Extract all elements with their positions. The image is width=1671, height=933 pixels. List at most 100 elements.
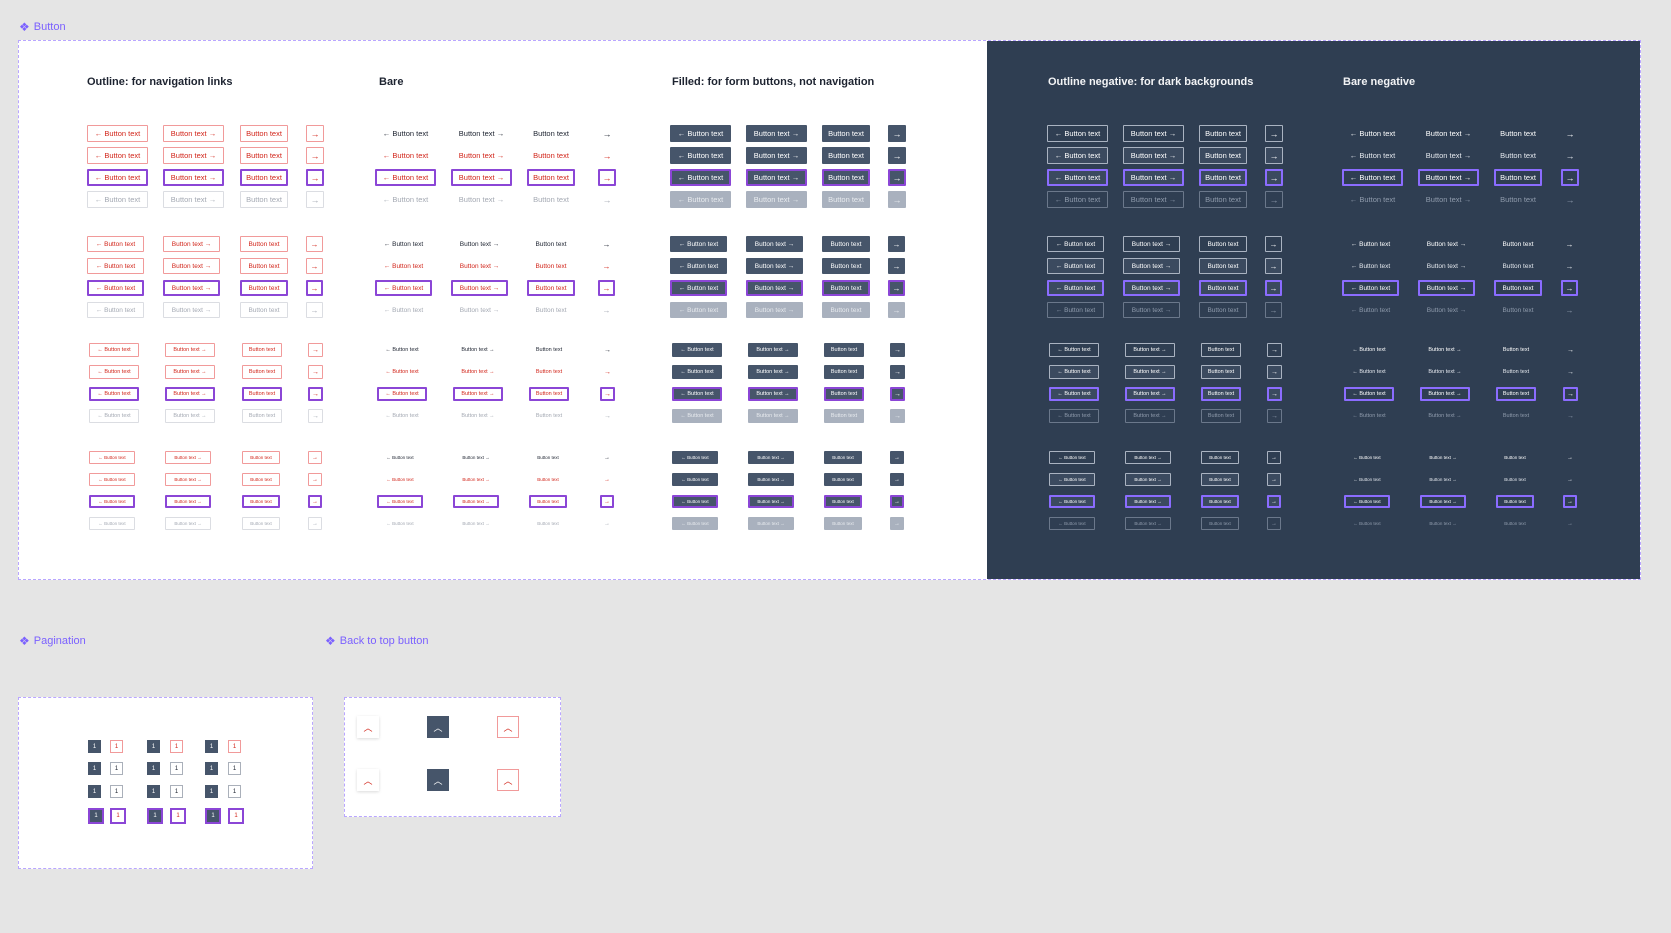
bareneg-forward-button-xsmall-default[interactable]: Button text → xyxy=(1420,451,1466,464)
bareneg-plain-button-xsmall-default[interactable]: Button text xyxy=(1496,451,1534,464)
bareneg-back-button-small-disabled[interactable]: ← Button text xyxy=(1344,409,1394,423)
outline-forward-button-xsmall-focus[interactable]: Button text → xyxy=(165,495,211,508)
pagination-page-button[interactable]: 1 xyxy=(205,808,221,824)
outline-plain-button-large-hover[interactable]: Button text xyxy=(240,147,288,164)
back-to-top-button[interactable]: ︿ xyxy=(427,769,449,791)
outneg-icon-only-button-medium-default[interactable]: → xyxy=(1265,236,1282,252)
bareneg-back-button-medium-focus[interactable]: ← Button text xyxy=(1342,280,1399,296)
filled-forward-button-small-default[interactable]: Button text → xyxy=(748,343,798,357)
outline-back-button-large-disabled[interactable]: ← Button text xyxy=(87,191,148,208)
outneg-forward-button-small-default[interactable]: Button text → xyxy=(1125,343,1175,357)
outline-forward-button-large-hover[interactable]: Button text → xyxy=(163,147,224,164)
filled-icon-only-button-small-hover[interactable]: → xyxy=(890,365,905,379)
bareneg-icon-only-button-medium-disabled[interactable]: → xyxy=(1561,302,1578,318)
bareneg-icon-only-button-large-hover[interactable]: → xyxy=(1561,147,1579,164)
filled-forward-button-medium-hover[interactable]: Button text → xyxy=(746,258,803,274)
bareneg-plain-button-xsmall-hover[interactable]: Button text xyxy=(1496,473,1534,486)
outneg-plain-button-small-default[interactable]: Button text xyxy=(1201,343,1241,357)
outneg-plain-button-large-focus[interactable]: Button text xyxy=(1199,169,1247,186)
outneg-icon-only-button-xsmall-disabled[interactable]: → xyxy=(1267,517,1281,530)
outneg-plain-button-medium-disabled[interactable]: Button text xyxy=(1199,302,1247,318)
outneg-plain-button-medium-focus[interactable]: Button text xyxy=(1199,280,1247,296)
outline-icon-only-button-xsmall-hover[interactable]: → xyxy=(308,473,322,486)
outneg-back-button-medium-hover[interactable]: ← Button text xyxy=(1047,258,1104,274)
bare-icon-only-button-large-focus[interactable]: → xyxy=(598,169,616,186)
outneg-forward-button-medium-hover[interactable]: Button text → xyxy=(1123,258,1180,274)
outneg-icon-only-button-medium-focus[interactable]: → xyxy=(1265,280,1282,296)
filled-plain-button-medium-hover[interactable]: Button text xyxy=(822,258,870,274)
bareneg-icon-only-button-medium-hover[interactable]: → xyxy=(1561,258,1578,274)
outneg-back-button-medium-disabled[interactable]: ← Button text xyxy=(1047,302,1104,318)
outline-icon-only-button-medium-hover[interactable]: → xyxy=(306,258,323,274)
bare-forward-button-small-default[interactable]: Button text → xyxy=(453,343,503,357)
back-to-top-button[interactable]: ︿ xyxy=(497,769,519,791)
bareneg-plain-button-xsmall-disabled[interactable]: Button text xyxy=(1496,517,1534,530)
back-to-top-button[interactable]: ︿ xyxy=(497,716,519,738)
outline-plain-button-xsmall-hover[interactable]: Button text xyxy=(242,473,280,486)
filled-forward-button-large-focus[interactable]: Button text → xyxy=(746,169,807,186)
bareneg-forward-button-large-hover[interactable]: Button text → xyxy=(1418,147,1479,164)
outline-icon-only-button-large-focus[interactable]: → xyxy=(306,169,324,186)
outline-forward-button-large-focus[interactable]: Button text → xyxy=(163,169,224,186)
bare-icon-only-button-large-default[interactable]: → xyxy=(598,125,616,142)
filled-back-button-large-hover[interactable]: ← Button text xyxy=(670,147,731,164)
outline-back-button-medium-hover[interactable]: ← Button text xyxy=(87,258,144,274)
outneg-back-button-medium-default[interactable]: ← Button text xyxy=(1047,236,1104,252)
filled-forward-button-medium-focus[interactable]: Button text → xyxy=(746,280,803,296)
outneg-plain-button-xsmall-focus[interactable]: Button text xyxy=(1201,495,1239,508)
outline-back-button-xsmall-disabled[interactable]: ← Button text xyxy=(89,517,135,530)
bare-plain-button-medium-focus[interactable]: Button text xyxy=(527,280,575,296)
outline-forward-button-large-disabled[interactable]: Button text → xyxy=(163,191,224,208)
bare-icon-only-button-medium-default[interactable]: → xyxy=(598,236,615,252)
filled-back-button-xsmall-focus[interactable]: ← Button text xyxy=(672,495,718,508)
filled-icon-only-button-medium-disabled[interactable]: → xyxy=(888,302,905,318)
outneg-plain-button-medium-hover[interactable]: Button text xyxy=(1199,258,1247,274)
bareneg-back-button-xsmall-disabled[interactable]: ← Button text xyxy=(1344,517,1390,530)
bare-plain-button-small-default[interactable]: Button text xyxy=(529,343,569,357)
outline-back-button-small-focus[interactable]: ← Button text xyxy=(89,387,139,401)
outneg-back-button-large-disabled[interactable]: ← Button text xyxy=(1047,191,1108,208)
filled-plain-button-small-focus[interactable]: Button text xyxy=(824,387,864,401)
outline-icon-only-button-small-disabled[interactable]: → xyxy=(308,409,323,423)
outline-plain-button-large-default[interactable]: Button text xyxy=(240,125,288,142)
pagination-page-button[interactable]: 1 xyxy=(110,762,123,775)
bareneg-plain-button-large-hover[interactable]: Button text xyxy=(1494,147,1542,164)
bareneg-forward-button-medium-default[interactable]: Button text → xyxy=(1418,236,1475,252)
outline-plain-button-small-disabled[interactable]: Button text xyxy=(242,409,282,423)
outneg-back-button-xsmall-disabled[interactable]: ← Button text xyxy=(1049,517,1095,530)
bare-back-button-small-default[interactable]: ← Button text xyxy=(377,343,427,357)
outneg-plain-button-small-hover[interactable]: Button text xyxy=(1201,365,1241,379)
pagination-page-button[interactable]: 1 xyxy=(88,785,101,798)
pagination-page-button[interactable]: 1 xyxy=(147,808,163,824)
filled-back-button-small-default[interactable]: ← Button text xyxy=(672,343,722,357)
outline-plain-button-small-default[interactable]: Button text xyxy=(242,343,282,357)
outneg-plain-button-small-disabled[interactable]: Button text xyxy=(1201,409,1241,423)
bare-back-button-xsmall-hover[interactable]: ← Button text xyxy=(377,473,423,486)
outline-forward-button-medium-focus[interactable]: Button text → xyxy=(163,280,220,296)
filled-back-button-medium-default[interactable]: ← Button text xyxy=(670,236,727,252)
bareneg-back-button-small-focus[interactable]: ← Button text xyxy=(1344,387,1394,401)
bare-forward-button-small-hover[interactable]: Button text → xyxy=(453,365,503,379)
bareneg-icon-only-button-xsmall-disabled[interactable]: → xyxy=(1563,517,1577,530)
bare-icon-only-button-small-disabled[interactable]: → xyxy=(600,409,615,423)
outneg-plain-button-xsmall-default[interactable]: Button text xyxy=(1201,451,1239,464)
bare-forward-button-xsmall-hover[interactable]: Button text → xyxy=(453,473,499,486)
pagination-page-button[interactable]: 1 xyxy=(170,808,186,824)
bareneg-back-button-small-default[interactable]: ← Button text xyxy=(1344,343,1394,357)
bare-forward-button-small-focus[interactable]: Button text → xyxy=(453,387,503,401)
filled-icon-only-button-medium-focus[interactable]: → xyxy=(888,280,905,296)
filled-forward-button-large-hover[interactable]: Button text → xyxy=(746,147,807,164)
bare-plain-button-xsmall-focus[interactable]: Button text xyxy=(529,495,567,508)
filled-back-button-xsmall-disabled[interactable]: ← Button text xyxy=(672,517,718,530)
outneg-plain-button-large-hover[interactable]: Button text xyxy=(1199,147,1247,164)
bareneg-icon-only-button-small-disabled[interactable]: → xyxy=(1563,409,1578,423)
outneg-back-button-xsmall-hover[interactable]: ← Button text xyxy=(1049,473,1095,486)
bare-back-button-large-disabled[interactable]: ← Button text xyxy=(375,191,436,208)
bare-plain-button-medium-disabled[interactable]: Button text xyxy=(527,302,575,318)
bare-back-button-xsmall-disabled[interactable]: ← Button text xyxy=(377,517,423,530)
pagination-page-button[interactable]: 1 xyxy=(147,785,160,798)
bare-back-button-medium-hover[interactable]: ← Button text xyxy=(375,258,432,274)
filled-back-button-xsmall-hover[interactable]: ← Button text xyxy=(672,473,718,486)
outline-plain-button-medium-focus[interactable]: Button text xyxy=(240,280,288,296)
filled-forward-button-xsmall-focus[interactable]: Button text → xyxy=(748,495,794,508)
